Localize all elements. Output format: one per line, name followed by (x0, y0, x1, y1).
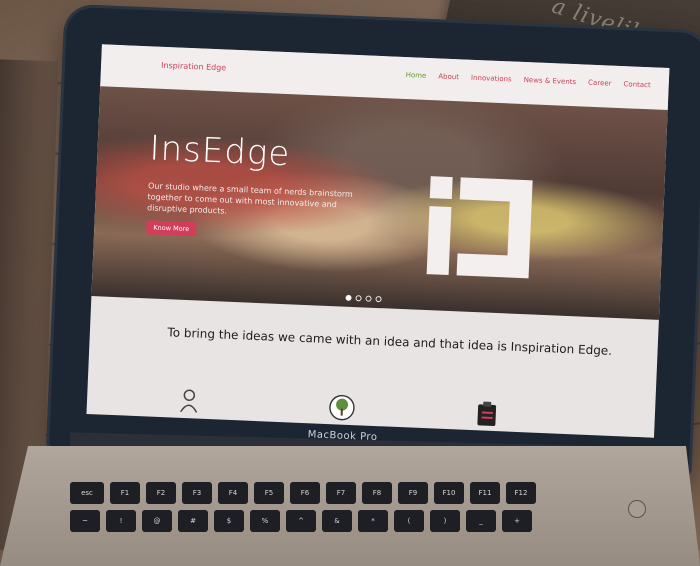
hero-description: Our studio where a small team of nerds b… (146, 181, 353, 216)
slider-dots (345, 294, 382, 303)
key-9[interactable]: ( (394, 510, 424, 532)
keyboard: esc F1 F2 F3 F4 F5 F6 F7 F8 F9 F10 F11 F… (70, 482, 640, 552)
site-brand[interactable]: Inspiration Edge (161, 61, 226, 73)
nav-news-events[interactable]: News & Events (523, 76, 576, 86)
slide-dot[interactable] (355, 295, 362, 302)
key-f11[interactable]: F11 (470, 482, 500, 504)
nav-innovations[interactable]: Innovations (471, 74, 512, 84)
key-f1[interactable]: F1 (110, 482, 140, 504)
nav-career[interactable]: Career (588, 79, 612, 88)
hero-title: InsEdge (148, 128, 292, 175)
hero-slider: InsEdge Our studio where a small team of… (91, 86, 668, 320)
key-2[interactable]: @ (142, 510, 172, 532)
key-tilde[interactable]: ~ (70, 510, 100, 532)
key-f5[interactable]: F5 (254, 482, 284, 504)
key-1[interactable]: ! (106, 510, 136, 532)
know-more-button[interactable]: Know More (146, 220, 197, 237)
key-f2[interactable]: F2 (146, 482, 176, 504)
key-4[interactable]: $ (214, 510, 244, 532)
nav-about[interactable]: About (438, 72, 459, 81)
nav-home[interactable]: Home (406, 71, 427, 80)
tagline: To bring the ideas we came with an idea … (167, 325, 613, 358)
key-minus[interactable]: _ (466, 510, 496, 532)
clipboard-icon (477, 401, 497, 426)
tree-icon (329, 394, 355, 421)
key-6[interactable]: ^ (286, 510, 316, 532)
person-icon (179, 389, 198, 413)
key-f8[interactable]: F8 (362, 482, 392, 504)
slide-dot[interactable] (345, 294, 352, 301)
key-f9[interactable]: F9 (398, 482, 428, 504)
nav-contact[interactable]: Contact (623, 80, 651, 89)
key-f7[interactable]: F7 (326, 482, 356, 504)
key-5[interactable]: % (250, 510, 280, 532)
nav-menu: Home About Innovations News & Events Car… (406, 71, 651, 89)
insedge-logo-icon (426, 176, 533, 279)
key-f3[interactable]: F3 (182, 482, 212, 504)
key-7[interactable]: & (322, 510, 352, 532)
key-0[interactable]: ) (430, 510, 460, 532)
slide-dot[interactable] (365, 295, 372, 302)
browser-screen: Inspiration Edge Home About Innovations … (86, 44, 670, 438)
key-8[interactable]: * (358, 510, 388, 532)
key-f10[interactable]: F10 (434, 482, 464, 504)
key-esc[interactable]: esc (70, 482, 104, 504)
key-3[interactable]: # (178, 510, 208, 532)
key-equals[interactable]: + (502, 510, 532, 532)
slide-dot[interactable] (375, 295, 382, 303)
key-f4[interactable]: F4 (218, 482, 248, 504)
laptop-display: Inspiration Edge Home About Innovations … (49, 6, 700, 474)
power-button[interactable] (628, 500, 646, 518)
key-f12[interactable]: F12 (506, 482, 536, 504)
key-f6[interactable]: F6 (290, 482, 320, 504)
